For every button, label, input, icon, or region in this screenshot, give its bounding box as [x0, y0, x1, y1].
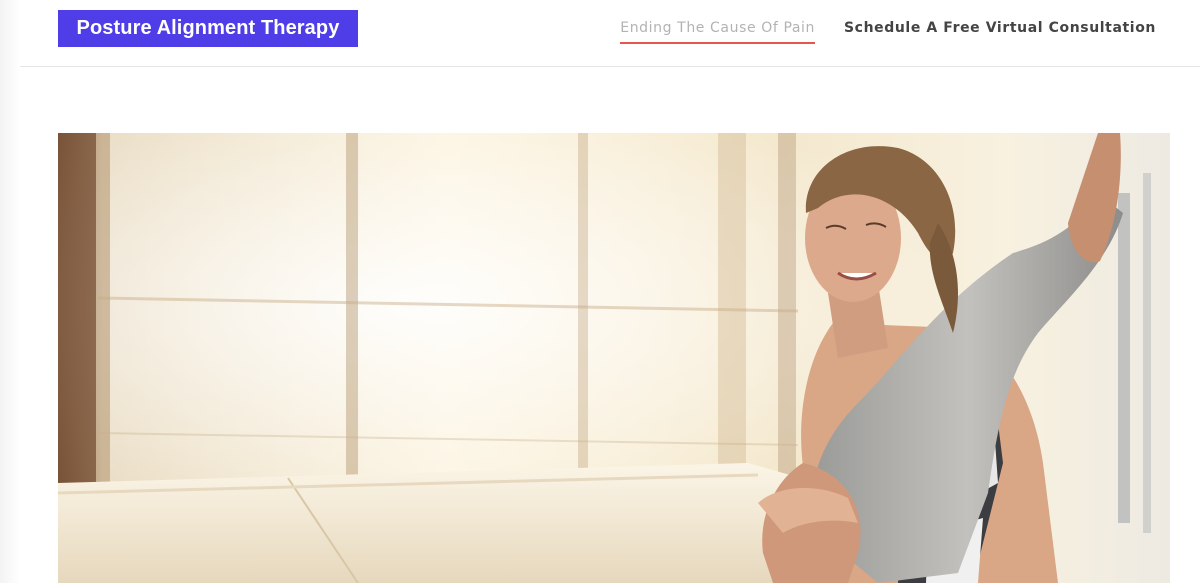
hero-image: [58, 133, 1170, 583]
main-nav: Ending The Cause Of Pain Schedule A Free…: [620, 0, 1156, 60]
stretching-woman-photo-icon: [58, 133, 1170, 583]
page-edge-shadow: [0, 0, 20, 583]
site-logo-link[interactable]: Posture Alignment Therapy: [58, 10, 358, 47]
site-header: Posture Alignment Therapy Ending The Cau…: [20, 0, 1200, 67]
page: Posture Alignment Therapy Ending The Cau…: [0, 0, 1200, 583]
nav-item-schedule-consultation[interactable]: Schedule A Free Virtual Consultation: [844, 0, 1156, 42]
nav-item-ending-the-cause-of-pain[interactable]: Ending The Cause Of Pain: [620, 0, 815, 44]
